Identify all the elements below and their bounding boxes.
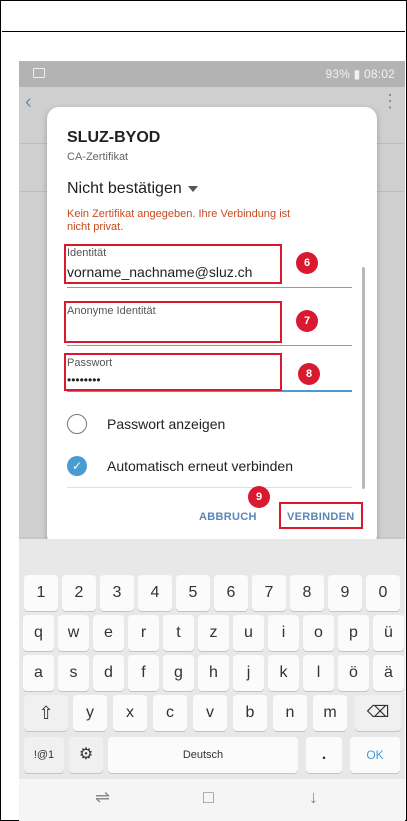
show-password-checkbox[interactable] xyxy=(67,414,87,434)
key-y[interactable]: y xyxy=(73,695,107,731)
cancel-button[interactable]: ABBRUCH xyxy=(199,511,257,523)
background-app: ‹ ⋮ SLUZ-BYOD CA-Zertifikat Nicht bestät… xyxy=(19,87,405,547)
auto-reconnect-label[interactable]: Automatisch erneut verbinden xyxy=(107,458,293,474)
symbols-key[interactable]: !@1 xyxy=(24,737,64,773)
key-d[interactable]: d xyxy=(93,655,124,691)
key-ö[interactable]: ö xyxy=(338,655,369,691)
annotation-box-connect xyxy=(279,502,363,529)
key-u[interactable]: u xyxy=(233,615,264,651)
key-m[interactable]: m xyxy=(313,695,347,731)
key-6[interactable]: 6 xyxy=(214,575,248,611)
key-s[interactable]: s xyxy=(58,655,89,691)
key-j[interactable]: j xyxy=(233,655,264,691)
key-ä[interactable]: ä xyxy=(373,655,404,691)
home-icon[interactable]: □ xyxy=(203,787,214,808)
key-a[interactable]: a xyxy=(23,655,54,691)
key-ü[interactable]: ü xyxy=(373,615,404,651)
key-l[interactable]: l xyxy=(303,655,334,691)
back-arrow-icon: ‹ xyxy=(25,91,32,113)
key-7[interactable]: 7 xyxy=(252,575,286,611)
annotation-badge-9: 9 xyxy=(248,486,270,508)
key-e[interactable]: e xyxy=(93,615,124,651)
period-key[interactable]: . xyxy=(306,737,342,773)
key-3[interactable]: 3 xyxy=(100,575,134,611)
key-v[interactable]: v xyxy=(193,695,227,731)
separator xyxy=(67,487,352,488)
auto-reconnect-checkbox[interactable]: ✓ xyxy=(67,456,87,476)
shift-key[interactable]: ⇧ xyxy=(24,695,68,731)
cert-warning: Kein Zertifikat angegeben. Ihre Verbindu… xyxy=(67,208,291,233)
caret-down-icon xyxy=(187,185,198,192)
key-8[interactable]: 8 xyxy=(290,575,324,611)
key-p[interactable]: p xyxy=(338,615,369,651)
key-r[interactable]: r xyxy=(128,615,159,651)
cert-dropdown[interactable]: Nicht bestätigen xyxy=(67,180,198,198)
dialog-title: SLUZ-BYOD xyxy=(67,129,161,146)
key-q[interactable]: q xyxy=(23,615,54,651)
space-key[interactable]: Deutsch xyxy=(108,737,298,773)
recent-apps-icon[interactable]: ⇌ xyxy=(95,787,110,808)
key-1[interactable]: 1 xyxy=(24,575,58,611)
show-password-label[interactable]: Passwort anzeigen xyxy=(107,416,225,432)
key-o[interactable]: o xyxy=(303,615,334,651)
key-9[interactable]: 9 xyxy=(328,575,362,611)
dialog-scrollbar[interactable] xyxy=(362,267,365,489)
ok-key[interactable]: OK xyxy=(350,737,400,773)
annotation-badge-8: 8 xyxy=(298,363,320,385)
key-z[interactable]: z xyxy=(198,615,229,651)
annotation-badge-7: 7 xyxy=(296,310,318,332)
soft-keyboard: 1234567890 qwertzuiopü asdfghjklöä yxcvb… xyxy=(19,539,405,779)
key-h[interactable]: h xyxy=(198,655,229,691)
settings-key[interactable]: ⚙ xyxy=(69,737,103,773)
annotation-box-identity xyxy=(64,244,282,284)
key-b[interactable]: b xyxy=(233,695,267,731)
annotation-badge-6: 6 xyxy=(296,252,318,274)
key-5[interactable]: 5 xyxy=(176,575,210,611)
key-t[interactable]: t xyxy=(163,615,194,651)
key-i[interactable]: i xyxy=(268,615,299,651)
key-c[interactable]: c xyxy=(153,695,187,731)
screenshot-frame: 93% ▮ 08:02 ‹ ⋮ SLUZ-BYOD CA-Zertifikat … xyxy=(0,0,407,821)
key-n[interactable]: n xyxy=(273,695,307,731)
wifi-connect-dialog: SLUZ-BYOD CA-Zertifikat Nicht bestätigen… xyxy=(47,107,377,547)
status-bar: 93% ▮ 08:02 xyxy=(19,61,405,87)
cert-label: CA-Zertifikat xyxy=(67,151,129,163)
more-options-icon: ⋮ xyxy=(381,91,399,111)
back-icon[interactable]: ↓ xyxy=(309,787,318,808)
key-x[interactable]: x xyxy=(113,695,147,731)
key-g[interactable]: g xyxy=(163,655,194,691)
key-0[interactable]: 0 xyxy=(366,575,400,611)
cert-dropdown-value: Nicht bestätigen xyxy=(67,180,182,197)
key-4[interactable]: 4 xyxy=(138,575,172,611)
key-w[interactable]: w xyxy=(58,615,89,651)
annotation-box-password xyxy=(64,353,282,391)
key-f[interactable]: f xyxy=(128,655,159,691)
backspace-key[interactable]: ⌫ xyxy=(355,695,401,731)
identity-underline xyxy=(67,287,352,288)
key-k[interactable]: k xyxy=(268,655,299,691)
key-2[interactable]: 2 xyxy=(62,575,96,611)
anon-identity-underline xyxy=(67,345,352,346)
top-divider xyxy=(2,31,405,32)
status-right: 93% ▮ 08:02 xyxy=(325,67,395,81)
annotation-box-anon xyxy=(64,301,282,343)
phone-screen: 93% ▮ 08:02 ‹ ⋮ SLUZ-BYOD CA-Zertifikat … xyxy=(19,61,405,821)
navigation-bar: ⇌ □ ↓ xyxy=(19,779,405,821)
gallery-notification-icon xyxy=(33,68,45,78)
